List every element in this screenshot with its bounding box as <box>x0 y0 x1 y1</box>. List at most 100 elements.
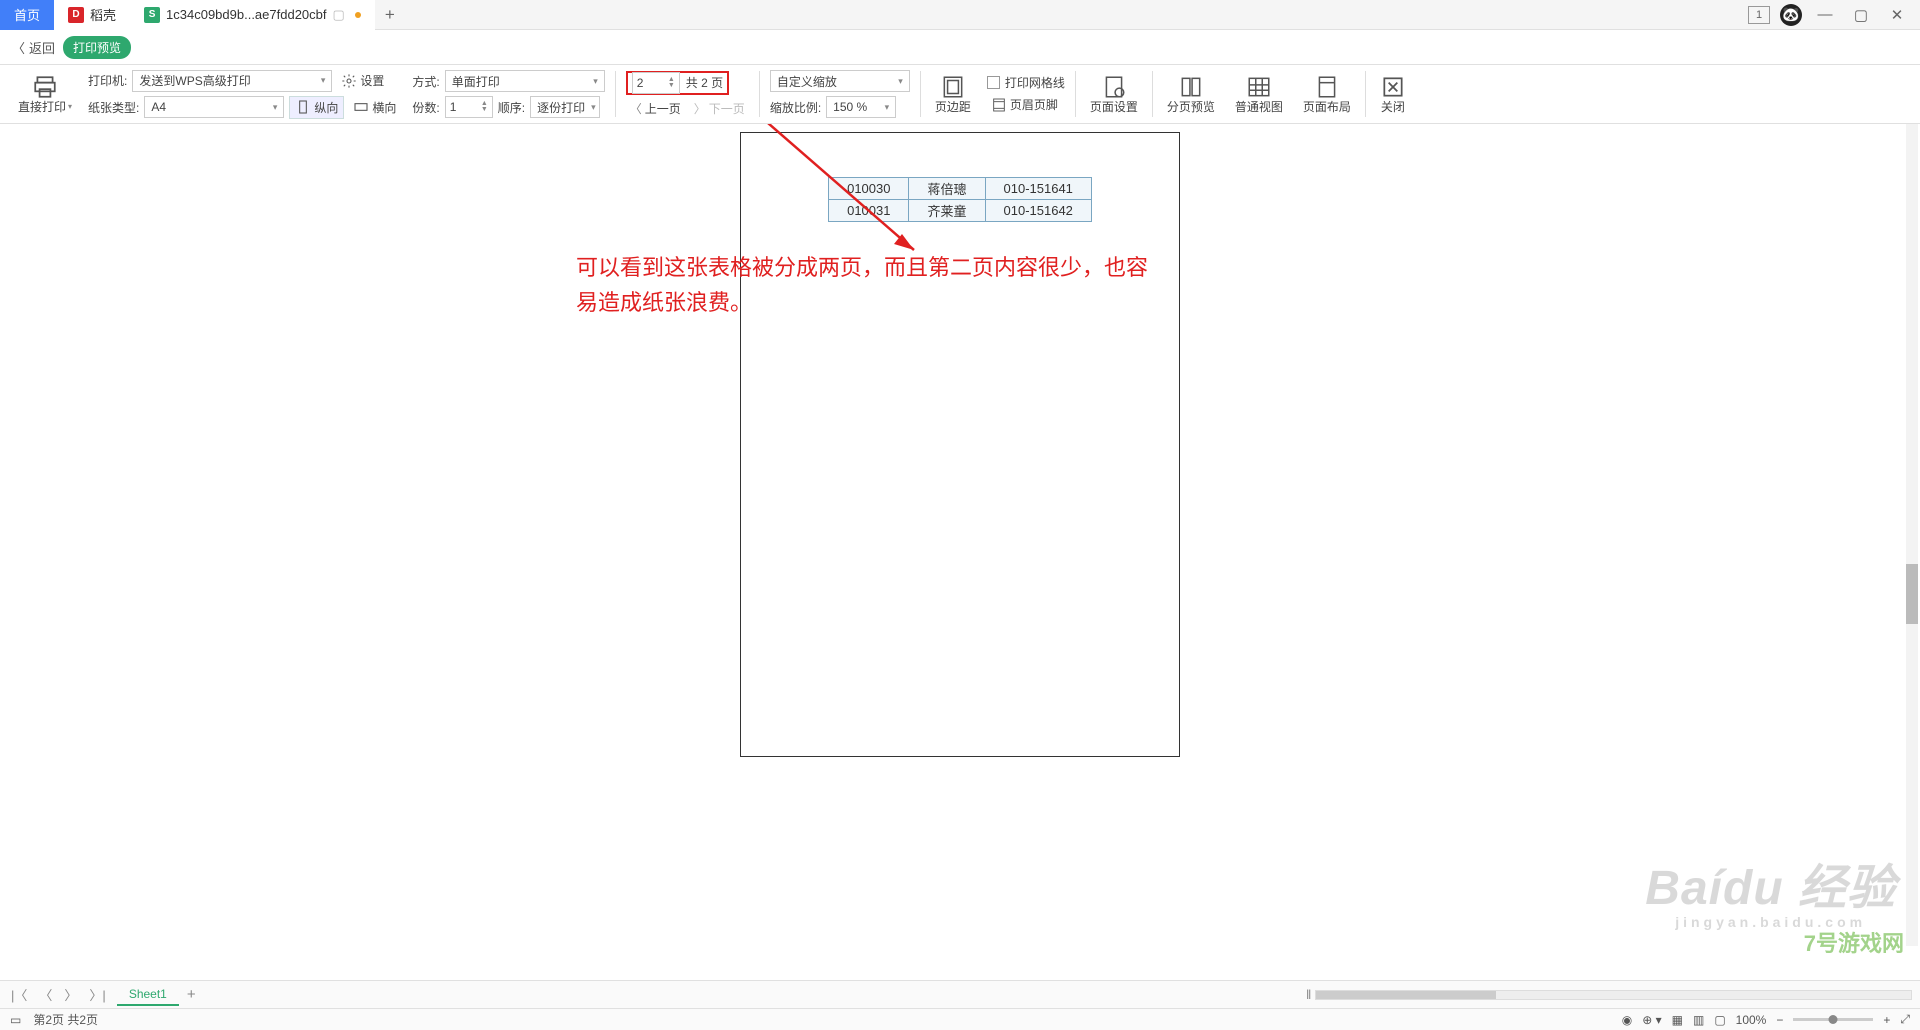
tab-home-label: 首页 <box>14 5 40 24</box>
tab-file-label: 1c34c09bd9b...ae7fdd20cbf <box>166 7 326 22</box>
portrait-page-icon <box>295 99 311 115</box>
grid-checkbox[interactable] <box>987 76 1000 89</box>
tab-doke[interactable]: D 稻壳 <box>54 0 130 30</box>
page-break-label: 分页预览 <box>1167 98 1215 115</box>
close-preview-button[interactable]: 关闭 <box>1376 73 1410 116</box>
close-window-button[interactable]: ✕ <box>1884 4 1910 26</box>
print-preview-badge: 打印预览 <box>63 36 131 59</box>
page-spinbox[interactable]: 2 ▲▼ <box>632 72 680 94</box>
page-layout-label: 页面布局 <box>1303 98 1351 115</box>
horizontal-scrollbar[interactable]: ‖ <box>1302 989 1912 1001</box>
preview-page: 010030 蒋倍璁 010-151641 010031 齐莱童 010-151… <box>740 132 1180 757</box>
cell: 010031 <box>829 200 909 222</box>
normal-view-button[interactable]: 普通视图 <box>1231 73 1287 116</box>
preview-table: 010030 蒋倍璁 010-151641 010031 齐莱童 010-151… <box>828 177 1092 222</box>
tab-bar: 首页 D 稻壳 S 1c34c09bd9b...ae7fdd20cbf ▢ + … <box>0 0 1920 30</box>
portrait-label: 纵向 <box>314 99 338 116</box>
next-page-button[interactable]: 〉 下一页 <box>690 99 749 118</box>
zoom-in-button[interactable]: + <box>1883 1013 1890 1027</box>
order-value: 逐份打印 <box>537 99 585 116</box>
page-number-box: 2 ▲▼ 共 2 页 <box>626 71 729 95</box>
printer-label: 打印机: <box>88 72 127 89</box>
zoom-ratio-select[interactable]: 150 % ▾ <box>826 96 896 118</box>
mode-value: 单面打印 <box>452 73 500 90</box>
print-mode-select[interactable]: 单面打印 ▾ <box>445 70 605 92</box>
sheet-tab-active[interactable]: Sheet1 <box>117 984 179 1006</box>
copies-label: 份数: <box>412 99 439 116</box>
back-button[interactable]: 〈 返回 <box>12 38 55 57</box>
chevron-left-icon: 〈 <box>12 38 25 57</box>
tab-home[interactable]: 首页 <box>0 0 54 30</box>
fullscreen-icon[interactable]: ⤢ <box>1900 1012 1910 1027</box>
prev-page-label: 上一页 <box>645 100 681 117</box>
printer-select[interactable]: 发送到WPS高级打印 ▾ <box>132 70 332 92</box>
maximize-button[interactable]: ▢ <box>1848 4 1874 26</box>
reading-mode-icon[interactable]: ◉ <box>1622 1013 1632 1027</box>
sheet-prev-button[interactable]: 〈 <box>36 985 55 1004</box>
zoom-out-button[interactable]: − <box>1776 1013 1783 1027</box>
sheet-first-button[interactable]: |〈 <box>8 985 30 1004</box>
caret-down-icon: ▾ <box>593 76 598 87</box>
gear-icon <box>341 73 357 89</box>
close-label: 关闭 <box>1381 98 1405 115</box>
cell: 齐莱童 <box>909 200 985 222</box>
printer-value: 发送到WPS高级打印 <box>139 72 250 89</box>
user-avatar[interactable]: 🐼 <box>1780 4 1802 26</box>
printer-settings-button[interactable]: 设置 <box>337 71 388 90</box>
table-row: 010031 齐莱童 010-151642 <box>829 200 1092 222</box>
zoom-slider-thumb[interactable] <box>1829 1015 1838 1024</box>
sheet-nav: |〈 〈 〉 〉| <box>8 985 109 1004</box>
view-page-icon[interactable]: ▢ <box>1714 1013 1725 1027</box>
settings-label: 设置 <box>360 72 384 89</box>
paper-select[interactable]: A4 ▾ <box>144 96 284 118</box>
cell: 010030 <box>829 178 909 200</box>
view-split-icon[interactable]: ▥ <box>1693 1013 1704 1027</box>
page-layout-button[interactable]: 页面布局 <box>1299 73 1355 116</box>
header-footer-button[interactable]: 页眉页脚 <box>987 95 1062 114</box>
cell: 010-151641 <box>985 178 1091 200</box>
direct-print-button[interactable]: 直接打印▾ <box>14 73 76 116</box>
tab-file[interactable]: S 1c34c09bd9b...ae7fdd20cbf ▢ <box>130 0 375 30</box>
order-select[interactable]: 逐份打印 ▾ <box>530 96 600 118</box>
vertical-scrollbar[interactable] <box>1906 124 1918 946</box>
header-footer-label: 页眉页脚 <box>1010 96 1058 113</box>
caret-down-icon: ▾ <box>273 102 278 113</box>
printer-icon <box>32 74 58 96</box>
copies-spinbox[interactable]: 1 ▲▼ <box>445 96 493 118</box>
margins-icon <box>940 74 966 96</box>
sheet-next-button[interactable]: 〉 <box>61 985 80 1004</box>
margins-button[interactable]: 页边距 <box>931 73 975 116</box>
print-toolbar: 直接打印▾ 打印机: 发送到WPS高级打印 ▾ 设置 纸张类型: A4 ▾ <box>0 64 1920 124</box>
annotation-line1: 可以看到这张表格被分成两页，而且第二页内容很少，也容 <box>576 250 1148 285</box>
view-grid-icon[interactable]: ▦ <box>1672 1013 1683 1027</box>
chevron-left-icon: 〈 <box>630 100 642 117</box>
preview-canvas: 010030 蒋倍璁 010-151641 010031 齐莱童 010-151… <box>0 124 1920 986</box>
layout-toggle-button[interactable]: 1 <box>1748 6 1770 24</box>
next-page-label: 下一页 <box>709 100 745 117</box>
sheet-last-button[interactable]: 〉| <box>86 985 108 1004</box>
status-bar: ▭ 第2页 共2页 ◉ ⊕ ▾ ▦ ▥ ▢ 100% − + ⤢ <box>0 1008 1920 1030</box>
page-break-icon <box>1178 74 1204 96</box>
prev-page-button[interactable]: 〈 上一页 <box>626 99 685 118</box>
horizontal-scroll-thumb[interactable] <box>1316 991 1496 999</box>
caret-down-icon: ▾ <box>321 75 326 86</box>
portrait-button[interactable]: 纵向 <box>289 96 344 119</box>
close-icon <box>1380 74 1406 96</box>
unsaved-dot-icon <box>355 12 361 18</box>
zoom-slider[interactable] <box>1793 1018 1873 1021</box>
tab-doke-label: 稻壳 <box>90 5 116 24</box>
center-icon[interactable]: ⊕ ▾ <box>1642 1013 1661 1027</box>
minimize-button[interactable]: — <box>1812 4 1838 26</box>
status-mode-icon[interactable]: ▭ <box>10 1013 21 1027</box>
caret-down-icon: ▾ <box>591 102 596 113</box>
page-setup-icon <box>1101 74 1127 96</box>
vertical-scroll-thumb[interactable] <box>1906 564 1918 624</box>
zoom-mode-select[interactable]: 自定义缩放 ▾ <box>770 70 910 92</box>
page-setup-button[interactable]: 页面设置 <box>1086 73 1142 116</box>
sheet-add-button[interactable]: + <box>187 986 196 1003</box>
page-break-button[interactable]: 分页预览 <box>1163 73 1219 116</box>
status-page-info: 第2页 共2页 <box>33 1011 98 1028</box>
landscape-button[interactable]: 横向 <box>349 98 400 117</box>
new-tab-button[interactable]: + <box>375 5 405 25</box>
display-icon: ▢ <box>333 7 345 23</box>
